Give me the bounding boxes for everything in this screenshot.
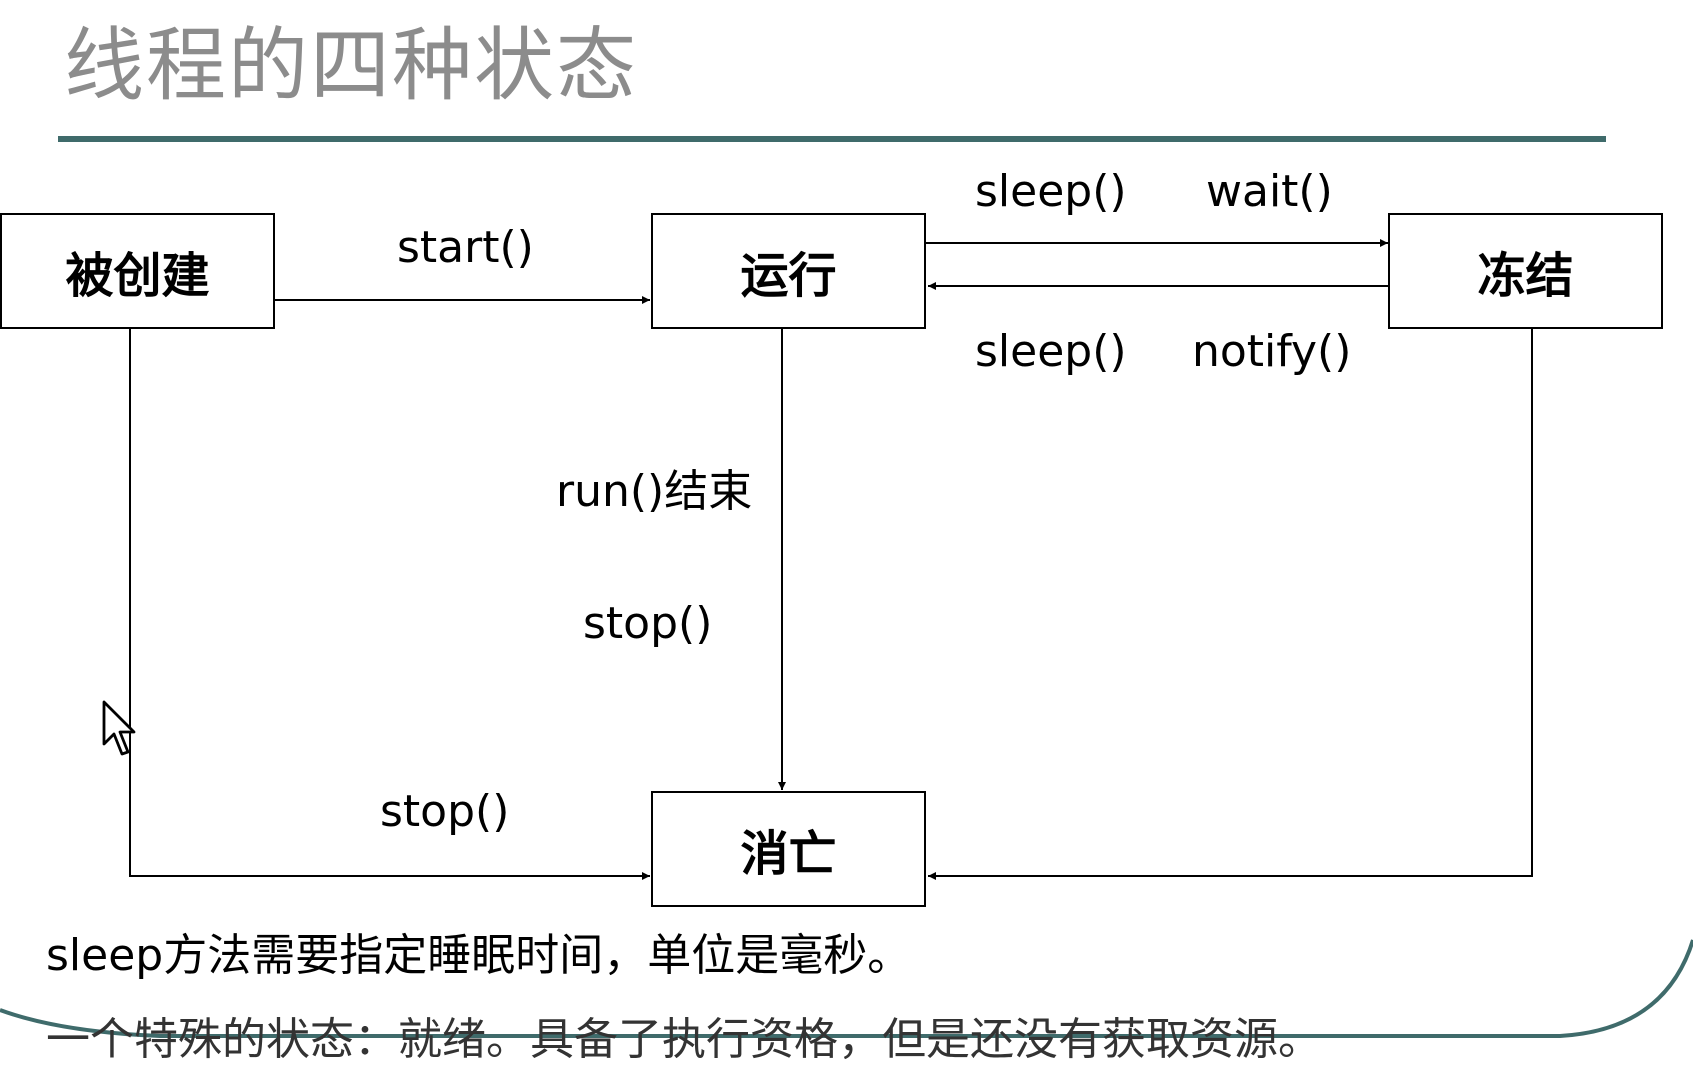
- note-sleep: sleep方法需要指定睡眠时间，单位是毫秒。: [46, 930, 912, 981]
- label-start: start(): [397, 222, 534, 273]
- state-running: 运行: [651, 213, 926, 329]
- mouse-pointer-icon: [102, 700, 136, 762]
- label-wait: wait(): [1206, 166, 1333, 217]
- label-sleep-bottom: sleep(): [975, 326, 1127, 377]
- note-ready-state: 一个特殊的状态：就绪。具备了执行资格，但是还没有获取资源。: [46, 1014, 1322, 1065]
- state-frozen: 冻结: [1388, 213, 1663, 329]
- label-stop-left: stop(): [380, 786, 510, 837]
- arrow-frozen-to-dead: [928, 329, 1533, 880]
- label-stop-middle: stop(): [583, 598, 713, 649]
- state-dead: 消亡: [651, 791, 926, 907]
- label-sleep-top: sleep(): [975, 166, 1127, 217]
- state-created: 被创建: [0, 213, 275, 329]
- label-run-end: run()结束: [556, 466, 753, 517]
- slide: 线程的四种状态 被创建 运行 冻结 消亡 start() sleep() wai…: [0, 0, 1693, 1062]
- label-notify: notify(): [1192, 326, 1352, 377]
